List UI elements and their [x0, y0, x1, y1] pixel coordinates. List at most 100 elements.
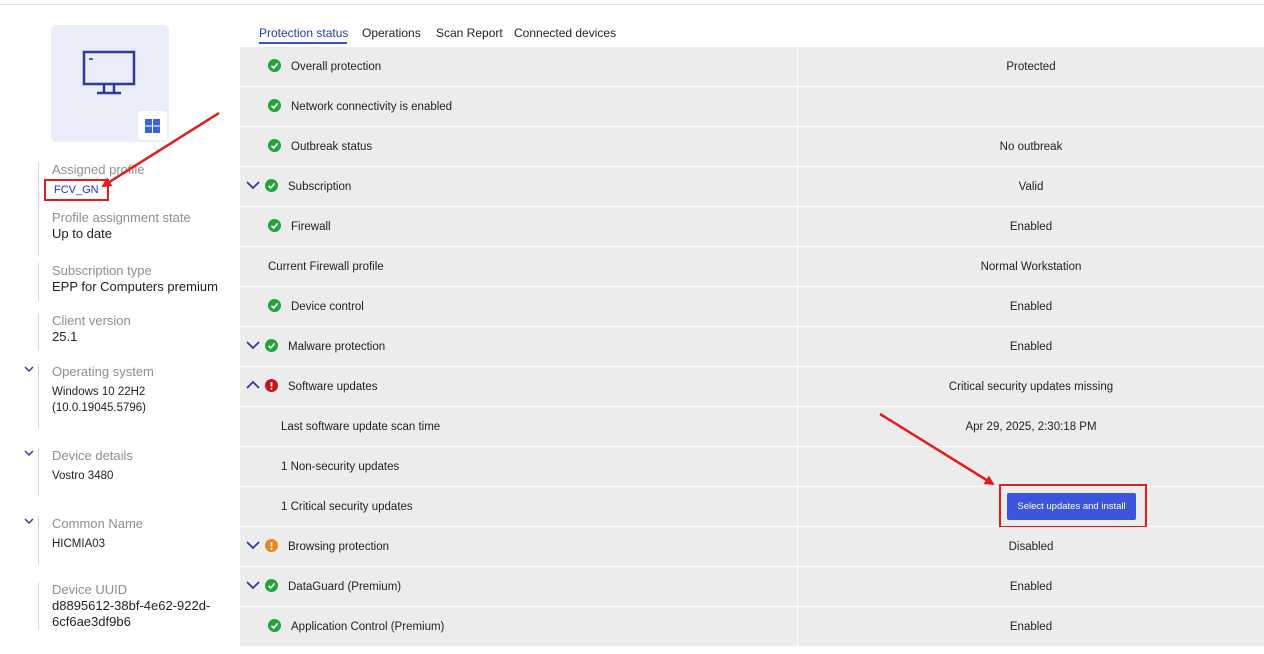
row-value: Enabled: [1009, 301, 1053, 313]
assigned-profile-link[interactable]: FCV_GN: [44, 179, 109, 201]
row-value: Normal Workstation: [980, 261, 1082, 273]
check-circle-icon: [265, 339, 278, 352]
column-divider: [797, 87, 798, 126]
chevron-down-icon[interactable]: [246, 580, 260, 590]
check-circle-icon: [265, 579, 278, 592]
assigned-profile-label: Assigned profile: [52, 162, 145, 177]
device-details-value: Vostro 3480: [52, 470, 114, 482]
operating-system-group: Operating system Windows 10 22H2 (10.0.1…: [38, 364, 238, 428]
operating-system-expand-chevron-icon[interactable]: [24, 364, 34, 374]
device-details-group: Device details Vostro 3480: [38, 448, 238, 496]
row-label: Network connectivity is enabled: [291, 101, 453, 113]
tab-scan-report[interactable]: Scan Report: [436, 25, 503, 41]
row-label: 1 Critical security updates: [281, 501, 413, 513]
profile-group: Assigned profile FCV_GN Profile assignme…: [38, 162, 238, 256]
row-value: Protected: [1006, 61, 1056, 73]
row-label: Software updates: [288, 381, 378, 393]
row-label: Outbreak status: [291, 141, 373, 153]
tab-protection-status[interactable]: Protection status: [259, 25, 348, 41]
subscription-type-label: Subscription type: [52, 263, 152, 278]
row-value: Enabled: [1009, 581, 1053, 593]
active-tab-indicator: [259, 42, 347, 44]
chevron-down-icon[interactable]: [246, 180, 260, 190]
table-row-subscription[interactable]: Subscription Valid: [240, 167, 1264, 207]
device-uuid-label: Device UUID: [52, 582, 128, 597]
table-row-device-control: Device control Enabled: [240, 287, 1264, 327]
device-details-label: Device details: [52, 448, 133, 463]
table-row-overall-protection: Overall protection Protected: [240, 47, 1264, 87]
row-value: Disabled: [1008, 541, 1054, 553]
chevron-down-icon[interactable]: [246, 540, 260, 550]
row-label: Overall protection: [291, 61, 382, 73]
device-uuid-group: Device UUID d8895612-38bf-4e62-922d- 6cf…: [38, 582, 238, 630]
common-name-value: HICMIA03: [52, 538, 106, 550]
monitor-icon: [82, 50, 136, 95]
row-value: Enabled: [1009, 341, 1053, 353]
operating-system-build: (10.0.19045.5796): [52, 402, 146, 414]
protection-status-table: Overall protection Protected Network conne…: [240, 47, 1264, 647]
row-label: Malware protection: [288, 341, 386, 353]
table-row-application-control-premium: Application Control (Premium) Enabled: [240, 607, 1264, 647]
windows-icon: [145, 119, 160, 133]
row-label: Device control: [291, 301, 364, 313]
check-circle-icon: [268, 139, 281, 152]
client-version-label: Client version: [52, 313, 131, 328]
check-circle-icon: [265, 179, 278, 192]
row-label: Browsing protection: [288, 541, 389, 553]
table-row-outbreak-status: Outbreak status No outbreak: [240, 127, 1264, 167]
check-circle-icon: [268, 299, 281, 312]
table-row-firewall: Firewall Enabled: [240, 207, 1264, 247]
row-label: 1 Non-security updates: [281, 461, 400, 473]
client-version-group: Client version 25.1: [38, 313, 238, 351]
check-circle-icon: [268, 619, 281, 632]
operating-system-label: Operating system: [52, 364, 154, 379]
table-row-1-non-security-updates: 1 Non-security updates: [240, 447, 1264, 487]
row-value: Valid: [1018, 181, 1044, 193]
table-row-current-firewall-profile: Current Firewall profile Normal Workstati…: [240, 247, 1264, 287]
row-label: Firewall: [291, 221, 331, 233]
column-divider: [797, 487, 798, 526]
tab-operations[interactable]: Operations: [362, 25, 421, 41]
subscription-type-value: EPP for Computers premium: [52, 279, 218, 294]
device-card: [51, 25, 169, 142]
row-label: Subscription: [288, 181, 352, 193]
row-label: Application Control (Premium): [291, 621, 445, 633]
device-details-expand-chevron-icon[interactable]: [24, 448, 34, 458]
common-name-label: Common Name: [52, 516, 144, 531]
client-version-value: 25.1: [52, 329, 78, 344]
select-updates-and-install-button[interactable]: Select updates and install: [1007, 493, 1136, 520]
warning-alert-icon: [265, 539, 278, 552]
common-name-expand-chevron-icon[interactable]: [24, 516, 34, 526]
table-row-software-updates[interactable]: Software updates Critical security update…: [240, 367, 1264, 407]
table-row-network-connectivity-is-enabled: Network connectivity is enabled: [240, 87, 1264, 127]
table-row-last-software-update-scan-time: Last software update scan time Apr 29, 20…: [240, 407, 1264, 447]
profile-state-label: Profile assignment state: [52, 210, 191, 225]
tab-connected-devices[interactable]: Connected devices: [514, 25, 616, 41]
row-value: Enabled: [1009, 621, 1053, 633]
device-uuid-value: d8895612-38bf-4e62-922d-: [52, 598, 211, 613]
row-label: Current Firewall profile: [268, 261, 384, 273]
subscription-group: Subscription type EPP for Computers prem…: [38, 263, 238, 301]
profile-state-value: Up to date: [52, 226, 112, 241]
check-circle-icon: [268, 59, 281, 72]
row-label: Last software update scan time: [281, 421, 441, 433]
table-row-dataguard-premium[interactable]: DataGuard (Premium) Enabled: [240, 567, 1264, 607]
row-value: Critical security updates missing: [948, 381, 1114, 393]
row-label: DataGuard (Premium): [288, 581, 402, 593]
operating-system-value: Windows 10 22H2: [52, 386, 146, 398]
table-row-1-critical-security-updates: 1 Critical security updates Select update…: [240, 484, 1264, 528]
check-circle-icon: [268, 99, 281, 112]
table-row-malware-protection[interactable]: Malware protection Enabled: [240, 327, 1264, 367]
critical-alert-icon: [265, 379, 278, 392]
device-uuid-value-cont: 6cf6ae3df9b6: [52, 614, 131, 629]
check-circle-icon: [268, 219, 281, 232]
row-value: Enabled: [1009, 221, 1053, 233]
chevron-down-icon[interactable]: [246, 340, 260, 350]
row-value: Apr 29, 2025, 2:30:18 PM: [965, 421, 1097, 433]
row-value: No outbreak: [999, 141, 1063, 153]
table-row-browsing-protection[interactable]: Browsing protection Disabled: [240, 527, 1264, 567]
device-info-panel: Assigned profile FCV_GN Profile assignme…: [0, 0, 240, 654]
os-badge: [138, 111, 167, 140]
chevron-up-icon[interactable]: [246, 380, 260, 390]
column-divider: [797, 447, 798, 486]
